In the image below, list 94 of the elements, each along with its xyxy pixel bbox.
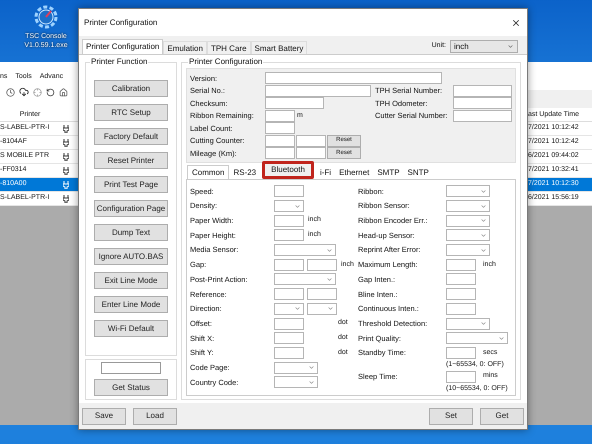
- dropdown[interactable]: [446, 200, 490, 212]
- input-field[interactable]: [446, 346, 476, 359]
- home-icon[interactable]: [59, 88, 68, 96]
- dialog-button[interactable]: Reset Printer: [94, 152, 168, 169]
- dropdown[interactable]: [446, 244, 490, 256]
- input-field[interactable]: [446, 273, 476, 286]
- tab[interactable]: Ethernet: [335, 167, 374, 179]
- dropdown[interactable]: [274, 200, 304, 212]
- input-field[interactable]: [265, 147, 295, 160]
- input-field[interactable]: [446, 370, 476, 383]
- plug-icon: [63, 194, 69, 202]
- input-field[interactable]: [265, 110, 295, 122]
- dialog-button[interactable]: Print Test Page: [94, 176, 168, 193]
- input-field[interactable]: [274, 258, 304, 271]
- cloud-download-icon[interactable]: [19, 87, 29, 97]
- dialog-button[interactable]: Get Status: [94, 379, 168, 396]
- chevron-icon: [326, 276, 333, 283]
- plug-icon: [63, 124, 69, 132]
- crosshair-icon[interactable]: [33, 88, 42, 96]
- input-field[interactable]: [265, 97, 324, 110]
- input-field[interactable]: [307, 258, 337, 271]
- input-field[interactable]: [274, 288, 304, 300]
- input-field[interactable]: [446, 258, 476, 271]
- input-field[interactable]: [274, 346, 304, 359]
- dropdown[interactable]: [274, 273, 336, 286]
- input-field[interactable]: [453, 84, 512, 97]
- chevron-icon: [498, 334, 505, 342]
- input-field[interactable]: [453, 97, 512, 110]
- status-field[interactable]: [101, 362, 161, 374]
- input-field[interactable]: [307, 288, 337, 300]
- dropdown[interactable]: [274, 302, 304, 315]
- tab[interactable]: TPH Care: [206, 41, 251, 54]
- dialog-button[interactable]: RTC Setup: [94, 104, 168, 121]
- dialog-button[interactable]: Factory Default: [94, 128, 168, 145]
- dialog-button[interactable]: Ignore AUTO.BAS: [94, 248, 168, 265]
- chevron-icon: [480, 320, 487, 328]
- plug-icon: [63, 180, 69, 188]
- tab[interactable]: Emulation: [163, 41, 207, 54]
- input-field[interactable]: [265, 134, 295, 147]
- dropdown[interactable]: [446, 332, 508, 344]
- group-title: Printer Configuration: [188, 56, 264, 68]
- input-field[interactable]: [274, 185, 304, 198]
- chevron-icon: [327, 305, 334, 312]
- dropdown[interactable]: [274, 244, 336, 256]
- input-field[interactable]: [265, 84, 371, 97]
- unit-dropdown[interactable]: inch: [450, 40, 518, 53]
- tab[interactable]: SMTP: [373, 167, 404, 179]
- input-field[interactable]: [265, 72, 442, 84]
- input-field[interactable]: [274, 318, 304, 330]
- input-field[interactable]: [446, 302, 476, 315]
- input-field[interactable]: [446, 288, 476, 300]
- chevron-icon: [326, 246, 333, 254]
- plug-icon: [63, 138, 69, 146]
- dialog-button[interactable]: Save: [82, 408, 126, 424]
- dropdown[interactable]: [307, 302, 337, 315]
- input-field[interactable]: [274, 332, 304, 344]
- dropdown[interactable]: [446, 185, 490, 198]
- dialog-button[interactable]: Exit Line Mode: [94, 272, 168, 289]
- window-title: Printer Configuration: [84, 16, 158, 28]
- dialog-button[interactable]: Configuration Page: [94, 200, 168, 217]
- dialog-button[interactable]: Calibration: [94, 80, 168, 97]
- dropdown[interactable]: [274, 362, 318, 374]
- tab[interactable]: Smart Battery: [250, 41, 308, 54]
- input-field[interactable]: [296, 147, 326, 160]
- chevron-icon: [507, 43, 514, 50]
- dialog-button[interactable]: Dump Text: [94, 224, 168, 241]
- dropdown[interactable]: [446, 214, 490, 227]
- tab[interactable]: RS-23: [229, 167, 260, 179]
- dialog-button[interactable]: Get: [480, 408, 524, 424]
- chevron-icon: [294, 202, 301, 210]
- tab[interactable]: Bluetooth: [262, 161, 314, 179]
- plug-icon: [63, 152, 69, 160]
- chevron-icon: [294, 305, 301, 312]
- tab[interactable]: SNTP: [404, 167, 433, 179]
- dialog-button[interactable]: Wi-Fi Default: [94, 320, 168, 337]
- clock-icon[interactable]: [6, 88, 15, 96]
- tab[interactable]: Common: [187, 165, 230, 179]
- dropdown[interactable]: [446, 318, 490, 330]
- dialog-button[interactable]: Load: [133, 408, 177, 424]
- tab[interactable]: Printer Configuration: [82, 39, 164, 54]
- dialog-button[interactable]: Enter Line Mode: [94, 296, 168, 313]
- dropdown[interactable]: [446, 229, 490, 242]
- input-field[interactable]: [274, 214, 304, 227]
- input-field[interactable]: [296, 134, 326, 147]
- input-field[interactable]: [453, 110, 512, 122]
- plug-icon: [63, 166, 69, 174]
- input-field[interactable]: [265, 122, 295, 134]
- undo-icon[interactable]: [46, 88, 55, 96]
- dropdown[interactable]: [274, 376, 318, 388]
- close-icon[interactable]: [511, 18, 521, 28]
- tab[interactable]: i-Fi: [316, 167, 336, 179]
- input-field[interactable]: [274, 229, 304, 242]
- dialog-button[interactable]: Set: [429, 408, 473, 424]
- group-title: Printer Function: [90, 56, 148, 68]
